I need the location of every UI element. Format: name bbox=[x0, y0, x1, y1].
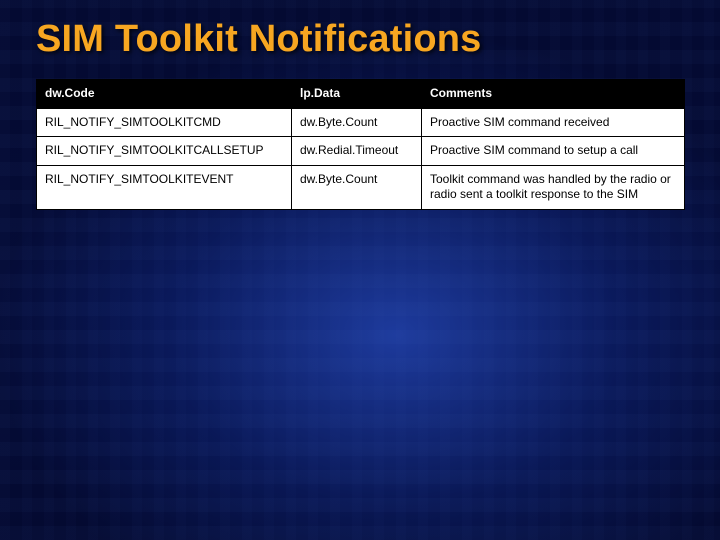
cell-code: RIL_NOTIFY_SIMTOOLKITCALLSETUP bbox=[37, 137, 292, 166]
cell-data: dw.Redial.Timeout bbox=[292, 137, 422, 166]
table-header: dw.Code lp.Data Comments bbox=[37, 80, 685, 109]
notifications-table: dw.Code lp.Data Comments RIL_NOTIFY_SIMT… bbox=[36, 79, 685, 210]
page-title: SIM Toolkit Notifications bbox=[36, 18, 684, 61]
cell-code: RIL_NOTIFY_SIMTOOLKITCMD bbox=[37, 108, 292, 137]
cell-data: dw.Byte.Count bbox=[292, 165, 422, 209]
col-header-data: lp.Data bbox=[292, 80, 422, 109]
col-header-comments: Comments bbox=[422, 80, 685, 109]
cell-comment: Proactive SIM command to setup a call bbox=[422, 137, 685, 166]
cell-comment: Proactive SIM command received bbox=[422, 108, 685, 137]
col-header-code: dw.Code bbox=[37, 80, 292, 109]
table-row: RIL_NOTIFY_SIMTOOLKITEVENT dw.Byte.Count… bbox=[37, 165, 685, 209]
table-row: RIL_NOTIFY_SIMTOOLKITCALLSETUP dw.Redial… bbox=[37, 137, 685, 166]
cell-data: dw.Byte.Count bbox=[292, 108, 422, 137]
table-row: RIL_NOTIFY_SIMTOOLKITCMD dw.Byte.Count P… bbox=[37, 108, 685, 137]
cell-code: RIL_NOTIFY_SIMTOOLKITEVENT bbox=[37, 165, 292, 209]
slide: SIM Toolkit Notifications dw.Code lp.Dat… bbox=[0, 0, 720, 540]
cell-comment: Toolkit command was handled by the radio… bbox=[422, 165, 685, 209]
